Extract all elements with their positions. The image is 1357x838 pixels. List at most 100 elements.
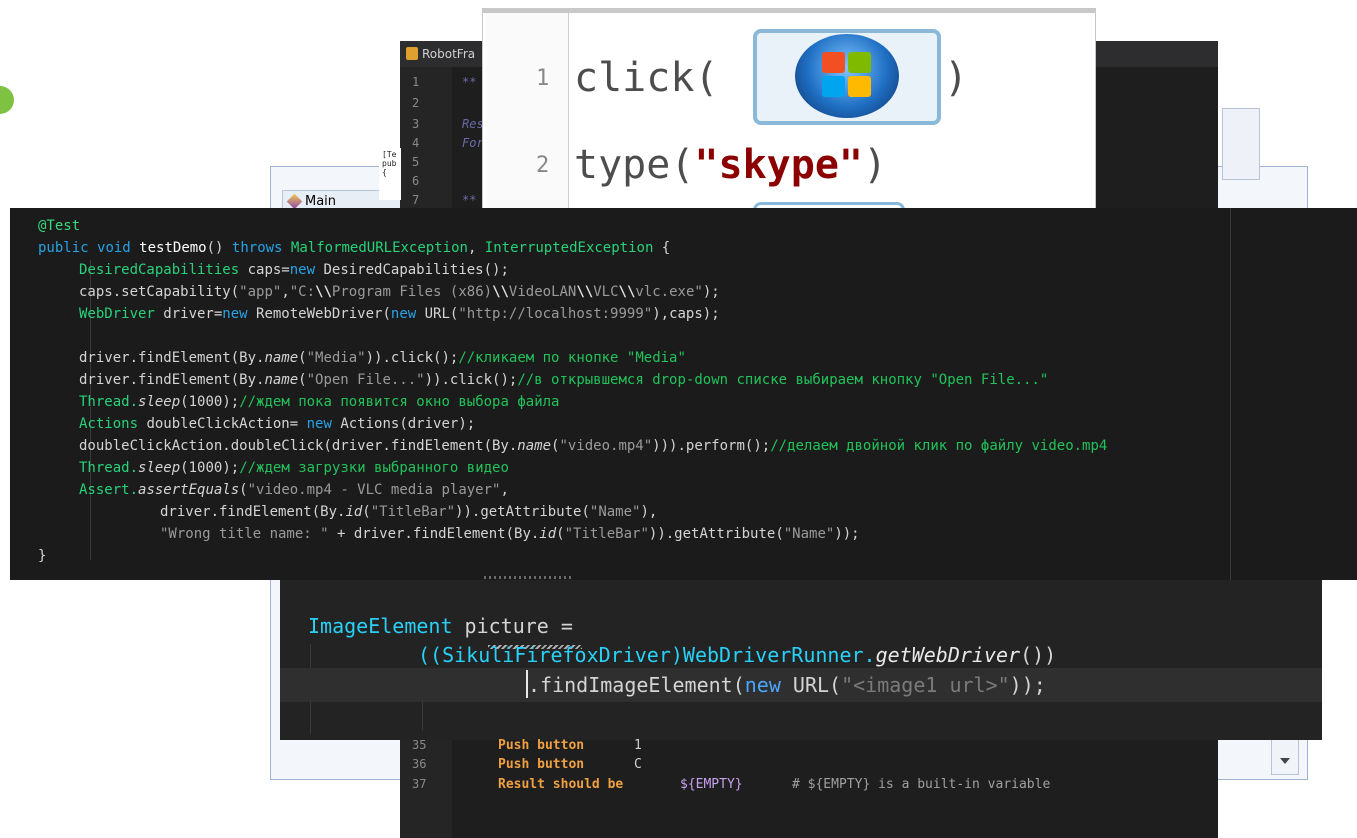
punct: ()) (1020, 643, 1057, 667)
rf-argument: C (634, 757, 642, 772)
type: WebDriver (79, 306, 155, 322)
string: "Name" (589, 504, 641, 520)
type-close: ) (863, 142, 888, 188)
image-code-line-1: ImageElement picture = (308, 614, 573, 638)
closing-brace: } (38, 548, 47, 564)
method: name (264, 372, 299, 388)
punct: ( (239, 482, 248, 498)
text: caps= (239, 262, 290, 278)
type-fn: type( (574, 142, 695, 188)
punct: ( (298, 372, 307, 388)
text: URL( (416, 306, 459, 322)
punct: ), (640, 504, 658, 520)
code-line-3: DesiredCapabilities caps=new DesiredCapa… (79, 262, 509, 278)
keyword: new (222, 306, 248, 322)
code-fragment: ** (462, 75, 477, 89)
type-call: type("skype") (574, 142, 887, 188)
text: URL( (780, 673, 842, 697)
line-number: 36 (412, 757, 427, 771)
tab-main-label: Main (305, 194, 337, 209)
punct: ); (702, 284, 720, 300)
string: "<image1 url>" (841, 673, 1010, 697)
code-line-10: Actions doubleClickAction= new Actions(d… (79, 416, 475, 432)
string: "app" (239, 284, 282, 300)
pane-line: pub (382, 159, 397, 168)
code-line-4: caps.setCapability("app","C:\\Program Fi… (79, 284, 720, 300)
text: + driver.findElement(By. (328, 526, 540, 542)
code-line-7: driver.findElement(By.name("Media")).cli… (79, 350, 686, 366)
comment: //в открывшемся drop-down списке выбирае… (517, 372, 1049, 388)
punct: (1000); (180, 394, 240, 410)
image-code-line-2: ((SikuliFirefoxDriver)WebDriverRunner.ge… (418, 643, 1056, 667)
rf-keyword: Push button (498, 738, 585, 753)
type: ImageElement (308, 614, 453, 638)
keyword: new (306, 416, 332, 432)
keyword: new (289, 262, 316, 278)
punct: )).click(); (365, 350, 459, 366)
punct: ( (362, 504, 371, 520)
keyword: new (744, 673, 781, 697)
punct: (( (418, 643, 443, 667)
method: id (345, 504, 363, 520)
keyword: void (97, 240, 131, 256)
punct: ),caps); (652, 306, 720, 322)
green-circle-decoration (0, 86, 14, 114)
annotation: @Test (38, 218, 81, 234)
code-line-16: } (38, 548, 46, 564)
rf-comment: # ${EMPTY} is a built-in variable (792, 777, 1051, 792)
comment: //ждем пока появится окно выбора файла (239, 394, 560, 410)
rf-argument: ${EMPTY} (680, 777, 743, 792)
text: driver.findElement(By. (79, 350, 265, 366)
line-number: 4 (412, 136, 420, 150)
punct: , (500, 482, 509, 498)
punct: ( (298, 350, 307, 366)
click-call: click( (574, 55, 719, 101)
rf-argument: 1 (634, 738, 642, 753)
punct: { (653, 240, 671, 256)
code-fragment: For (462, 136, 484, 150)
string: "video.mp4" (559, 438, 653, 454)
punct: ( (556, 526, 565, 542)
code-fragment: ** (462, 193, 477, 207)
pane-line: { (382, 168, 387, 177)
punct: )); (834, 526, 860, 542)
diamond-icon (286, 193, 303, 210)
text: .findImageElement( (528, 673, 745, 697)
text: driver.findElement(By. (160, 504, 346, 520)
code-line-15: "Wrong title name: " + driver.findElemen… (160, 526, 860, 542)
string: Program Files (x86) (331, 284, 493, 300)
image-code-line-3[interactable]: .findImageElement(new URL("<image1 url>"… (528, 673, 1046, 697)
escape: \\ (576, 284, 594, 300)
string: "Open File..." (306, 372, 425, 388)
line-number: 35 (412, 738, 427, 752)
code-line-2: public void testDemo() throws MalformedU… (38, 240, 670, 256)
text: DesiredCapabilities(); (315, 262, 509, 278)
text: Actions(driver); (331, 416, 476, 432)
method: id (539, 526, 557, 542)
string: "C: (289, 284, 316, 300)
scrollbar[interactable] (1222, 108, 1260, 180)
windows-flag-icon (822, 52, 872, 98)
method: getWebDriver (875, 643, 1021, 667)
type-arg: "skype" (694, 142, 863, 188)
method: name (264, 350, 299, 366)
type: Actions (79, 416, 139, 432)
punct: , (467, 240, 485, 256)
text: driver.findElement(By. (79, 372, 265, 388)
string: "Wrong title name: " (160, 526, 329, 542)
pane-line: [Te (382, 150, 397, 159)
escape: \\ (492, 284, 509, 300)
line-number: 1 (536, 66, 550, 91)
punct: ))).perform(); (652, 438, 771, 454)
type: Thread. (79, 460, 139, 476)
robot-icon (406, 47, 418, 60)
line-number: 2 (412, 96, 420, 110)
punct: )).click(); (424, 372, 518, 388)
escape: \\ (618, 284, 636, 300)
code-line-8: driver.findElement(By.name("Open File...… (79, 372, 1048, 388)
sikuli-gutter (486, 13, 569, 216)
line-number: 7 (412, 193, 420, 207)
rf-keyword: Push button (498, 757, 585, 772)
text: doubleClickAction= (138, 416, 307, 432)
type: MalformedURLException (290, 240, 468, 256)
